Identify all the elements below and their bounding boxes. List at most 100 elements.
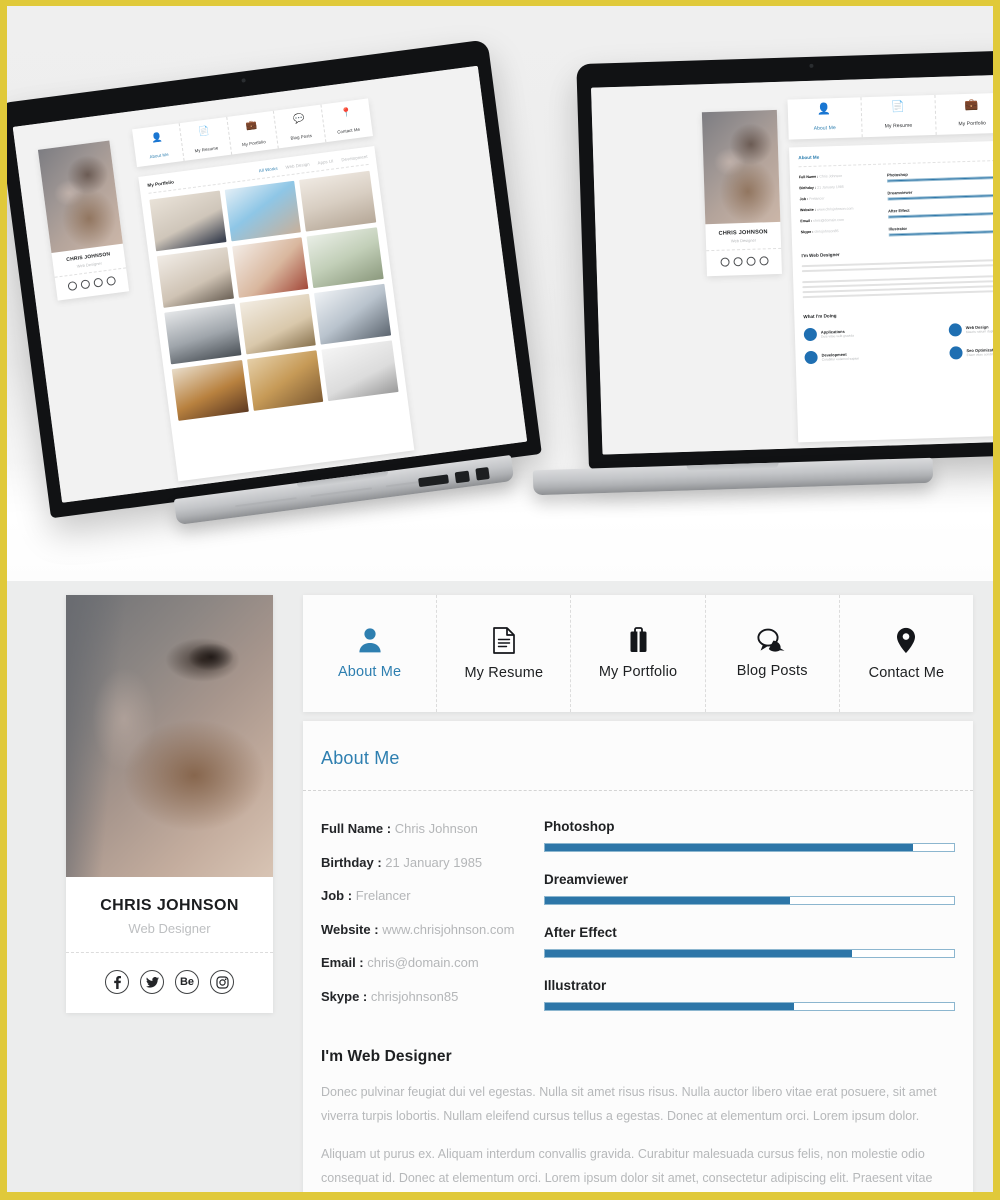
personal-info-list: Full Name : Chris Johnson Birthday : 21 … — [321, 817, 526, 1022]
user-icon — [358, 627, 382, 653]
skill-bar-track — [544, 1002, 955, 1011]
mini-service-seo-optimization[interactable]: Seo Optimization Etiam vitae condimentum — [949, 343, 993, 360]
facebook-icon[interactable] — [719, 257, 730, 267]
portfolio-thumb[interactable] — [299, 170, 377, 232]
document-icon: 📄 — [197, 125, 211, 137]
portfolio-thumb[interactable] — [171, 360, 249, 421]
skill-bar-track — [544, 896, 955, 905]
twitter-icon[interactable] — [140, 970, 164, 994]
facebook-icon[interactable] — [67, 280, 78, 292]
skill-bar-track — [544, 949, 955, 958]
mini-service-development[interactable]: Development Curabitur euismod sapien — [804, 347, 935, 365]
skills-list: Photoshop Dreamviewer After Effect Illus… — [544, 817, 955, 1022]
skill-bar-fill — [545, 897, 791, 904]
portfolio-thumb[interactable] — [321, 340, 399, 402]
mini-about-panel: About Me Full Name : Chris Johnson Birth… — [789, 138, 993, 443]
behance-icon[interactable] — [745, 256, 756, 266]
info-value: 21 January 1985 — [385, 854, 483, 870]
mini-service-web-design[interactable]: Web Design Mauris rutrum dapibus — [948, 320, 993, 337]
left-laptop-mockup: 👤 About Me 📄 My Resume 💼 My Portfolio 💬 … — [7, 39, 549, 526]
mini-site-portfolio: 👤 About Me 📄 My Resume 💼 My Portfolio 💬 … — [12, 65, 528, 503]
mini-filter-all-works[interactable]: All Works — [258, 166, 277, 173]
web-design-icon — [948, 323, 963, 337]
portfolio-thumb[interactable] — [156, 247, 234, 308]
nav-item-blog-posts[interactable]: Blog Posts — [706, 595, 840, 712]
skill-dreamviewer: Dreamviewer — [544, 872, 955, 905]
mini-info-key: Email : — [800, 218, 813, 224]
portfolio-thumb[interactable] — [224, 180, 302, 242]
mini-filter-apps-ui[interactable]: Apps UI — [317, 158, 334, 165]
portfolio-thumb[interactable] — [246, 350, 324, 411]
mini-service-applications[interactable]: Applications Duis vitae velit gravida — [803, 324, 935, 342]
twitter-icon[interactable] — [80, 279, 91, 290]
behance-icon[interactable] — [93, 277, 104, 288]
mini-info-value: 21 January 1985 — [816, 184, 844, 190]
instagram-icon[interactable] — [758, 256, 769, 266]
info-value: Chris Johnson — [394, 821, 478, 836]
mini-filter-web-design[interactable]: Web Design — [285, 162, 310, 170]
behance-icon[interactable]: Be — [175, 970, 199, 994]
portfolio-thumb[interactable] — [231, 237, 309, 298]
skill-label: Dreamviewer — [544, 872, 629, 887]
info-label: Email : — [321, 955, 364, 970]
mini-nav-item-contact-me[interactable]: 📍 Contact Me — [322, 98, 373, 142]
mini-profile-photo — [37, 140, 123, 253]
page-title: About Me — [321, 748, 400, 768]
left-laptop-screen: 👤 About Me 📄 My Resume 💼 My Portfolio 💬 … — [12, 65, 528, 503]
left-laptop-lid: 👤 About Me 📄 My Resume 💼 My Portfolio 💬 … — [7, 39, 542, 519]
portfolio-thumb[interactable] — [164, 303, 242, 365]
document-icon: 📄 — [890, 100, 905, 114]
skill-label: Photoshop — [544, 819, 615, 834]
panel-header: About Me — [303, 721, 973, 791]
mini-nav-item-my-resume[interactable]: 📄 My Resume — [861, 94, 937, 138]
about-paragraph-1: Donec pulvinar feugiat dui vel egestas. … — [321, 1085, 937, 1123]
applications-icon — [803, 327, 818, 342]
nav-label: About Me — [337, 664, 402, 680]
portfolio-thumb[interactable] — [306, 227, 384, 289]
mini-nav-item-blog-posts[interactable]: 💬 Blog Posts — [274, 104, 327, 149]
briefcase-icon: 💼 — [964, 98, 979, 112]
portfolio-thumb[interactable] — [239, 293, 317, 355]
mini-nav-item-about-me[interactable]: 👤 About Me — [132, 123, 185, 168]
nav-label: Contact Me — [868, 664, 945, 681]
mini-filter-development[interactable]: Development — [341, 154, 368, 162]
instagram-icon[interactable] — [106, 275, 117, 286]
mini-info-key: Website : — [799, 207, 816, 213]
portfolio-thumb[interactable] — [314, 283, 392, 345]
skill-after-effect: After Effect — [544, 925, 955, 958]
mini-nav-label: About Me — [813, 125, 836, 132]
info-label: Birthday : — [321, 854, 382, 870]
mini-nav-item-my-portfolio[interactable]: 💼 My Portfolio — [226, 110, 280, 155]
info-label: Skype : — [321, 988, 368, 1004]
nav-item-contact-me[interactable]: Contact Me — [840, 595, 973, 712]
twitter-icon[interactable] — [732, 257, 743, 267]
mini-nav-item-my-portfolio[interactable]: 💼 My Portfolio — [934, 92, 993, 135]
mini-info-key: Skype : — [800, 229, 814, 235]
profile-meta: CHRIS JOHNSON Web Designer — [66, 877, 273, 953]
info-row-birthday: Birthday : 21 January 1985 — [321, 855, 526, 870]
info-label: Website : — [321, 921, 379, 937]
info-row-email: Email : chris@domain.com — [321, 955, 526, 970]
mini-nav-label: My Portfolio — [958, 120, 987, 128]
mini-social-links — [706, 249, 781, 267]
info-value[interactable]: chris@domain.com — [367, 955, 478, 970]
info-value[interactable]: www.chrisjohnson.com — [382, 922, 514, 937]
instagram-icon[interactable] — [210, 970, 234, 994]
user-icon: 👤 — [817, 103, 832, 116]
portfolio-thumb[interactable] — [149, 190, 227, 252]
skill-bar-fill — [545, 844, 914, 851]
info-row-full-name: Full Name : Chris Johnson — [321, 821, 526, 836]
mini-service-subtitle: Duis vitae velit gravida — [820, 333, 854, 339]
mini-nav-item-about-me[interactable]: 👤 About Me — [787, 97, 863, 140]
mini-portfolio-panel: My Portfolio All Works Web Design Apps U… — [138, 145, 415, 482]
mini-nav-label: Contact Me — [336, 126, 361, 135]
comments-icon: 💬 — [292, 112, 306, 125]
nav-item-my-portfolio[interactable]: My Portfolio — [571, 595, 706, 712]
mini-portfolio-grid — [149, 170, 399, 421]
nav-item-about-me[interactable]: About Me — [303, 595, 438, 712]
profile-name: CHRIS JOHNSON — [100, 897, 239, 914]
mini-nav-item-my-resume[interactable]: 📄 My Resume — [179, 116, 232, 161]
facebook-icon[interactable] — [105, 970, 129, 994]
nav-item-my-resume[interactable]: My Resume — [437, 595, 572, 712]
mini-profile-photo — [701, 109, 781, 225]
